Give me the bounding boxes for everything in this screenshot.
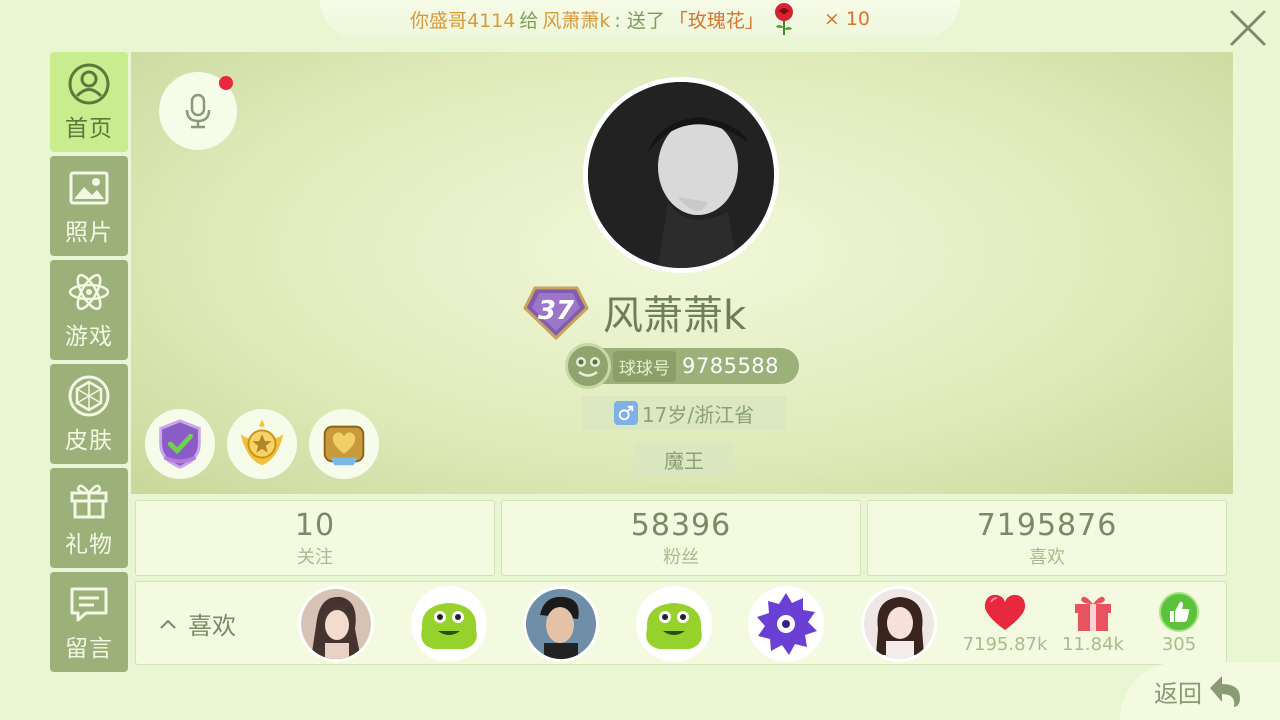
stat-label: 粉丝 xyxy=(663,546,699,568)
stat-value: 7195876 xyxy=(976,507,1118,543)
stat-value: 10 xyxy=(294,507,336,543)
metric-value: 305 xyxy=(1161,634,1197,655)
gift-icon xyxy=(1075,596,1111,631)
microphone-icon xyxy=(185,93,211,129)
name-row: 37 风萧萧k xyxy=(523,282,843,342)
stats-row: 10 关注 58396 粉丝 7195876 喜欢 xyxy=(135,500,1227,576)
banner-gift: 「玫瑰花」 xyxy=(668,9,764,32)
fan-photo xyxy=(526,589,596,659)
sidebar-item-gifts[interactable]: 礼物 xyxy=(50,468,128,568)
fan-avatar[interactable] xyxy=(411,586,487,662)
user-id-pill: 球球号 9785588 xyxy=(565,343,799,389)
star-medal-icon xyxy=(240,418,284,466)
user-name: 风萧萧k xyxy=(603,293,747,339)
gifts-metric: 11.84k xyxy=(1048,592,1138,655)
fan-avatar[interactable] xyxy=(523,586,599,662)
sidebar-item-label: 游戏 xyxy=(65,324,113,350)
profile-panel: 37 风萧萧k 球球号 9785588 17岁/浙江省 魔王 xyxy=(131,52,1233,494)
sidebar: 首页 照片 游戏 皮肤 礼物 留言 xyxy=(50,52,128,676)
banner-verb: 给 xyxy=(519,9,539,32)
notification-dot xyxy=(219,76,233,90)
shield-check-icon xyxy=(159,419,201,469)
back-button[interactable]: 返回 xyxy=(1120,662,1280,720)
likes-metric: 7195.87k xyxy=(960,592,1050,655)
gift-icon xyxy=(70,484,108,519)
metric-value: 11.84k xyxy=(1062,634,1124,655)
chevron-up-icon xyxy=(160,619,176,629)
level-value: 37 xyxy=(537,296,575,326)
medal-heart[interactable] xyxy=(309,409,379,479)
user-title-text: 魔王 xyxy=(664,448,704,473)
close-icon xyxy=(1230,10,1266,46)
fan-avatar[interactable] xyxy=(298,586,374,662)
level-badge: 37 xyxy=(523,284,589,341)
thumbs-metric: 305 xyxy=(1134,592,1224,655)
thumbs-up-icon xyxy=(1159,592,1199,632)
stat-label: 喜欢 xyxy=(1029,546,1065,568)
banner-sender: 你盛哥4114 xyxy=(410,9,516,32)
id-value: 9785588 xyxy=(682,354,780,378)
profile-avatar[interactable] xyxy=(583,77,779,273)
likes-toggle[interactable]: 喜欢 xyxy=(158,606,236,641)
heart-medal-icon xyxy=(323,425,365,466)
sidebar-item-skins[interactable]: 皮肤 xyxy=(50,364,128,464)
age-location-text: 17岁/浙江省 xyxy=(641,402,755,427)
fan-avatar[interactable] xyxy=(861,586,937,662)
user-title: 魔王 xyxy=(634,442,734,476)
sidebar-item-label: 照片 xyxy=(65,220,113,246)
fan-photo xyxy=(301,589,371,659)
back-label: 返回 xyxy=(1154,679,1202,708)
banner-count: × 10 xyxy=(823,8,870,30)
banner-receiver: 风萧萧k xyxy=(542,9,611,32)
stat-fans[interactable]: 58396 粉丝 xyxy=(501,500,861,576)
user-circle-icon xyxy=(68,63,110,105)
sidebar-item-photos[interactable]: 照片 xyxy=(50,156,128,256)
banner-message: : 送了 xyxy=(614,9,665,32)
sidebar-item-label: 首页 xyxy=(65,116,113,142)
sidebar-item-games[interactable]: 游戏 xyxy=(50,260,128,360)
likes-row: 喜欢 7195.87k 11.84k 305 xyxy=(135,581,1227,665)
stat-following[interactable]: 10 关注 xyxy=(135,500,495,576)
avatar-photo xyxy=(588,82,774,268)
image-icon xyxy=(69,171,109,205)
stat-likes[interactable]: 7195876 喜欢 xyxy=(867,500,1227,576)
id-label: 球球号 xyxy=(613,350,676,382)
back-arrow-icon xyxy=(1210,676,1240,707)
fan-photo xyxy=(414,589,484,659)
sidebar-item-home[interactable]: 首页 xyxy=(50,52,128,152)
stat-value: 58396 xyxy=(630,507,732,543)
likes-label: 喜欢 xyxy=(188,612,236,640)
message-icon xyxy=(70,587,108,622)
metric-value: 7195.87k xyxy=(962,634,1048,655)
sidebar-item-label: 礼物 xyxy=(65,532,113,558)
fan-avatar[interactable] xyxy=(748,586,824,662)
voice-button[interactable] xyxy=(159,72,237,150)
atom-icon xyxy=(68,273,110,311)
age-location: 17岁/浙江省 xyxy=(582,396,786,430)
close-button[interactable] xyxy=(1226,6,1270,50)
ball-face-icon xyxy=(565,343,611,389)
gift-notification-banner: 你盛哥4114 给 风萧萧k : 送了 「玫瑰花」 × 10 xyxy=(320,0,960,38)
male-icon xyxy=(613,401,638,425)
sidebar-item-label: 皮肤 xyxy=(65,428,113,454)
medal-row xyxy=(145,409,379,479)
fan-photo xyxy=(639,589,709,659)
fan-photo xyxy=(864,589,934,659)
stat-label: 关注 xyxy=(297,546,333,568)
diamond-ring-icon xyxy=(68,375,110,417)
fan-avatar[interactable] xyxy=(636,586,712,662)
sidebar-item-messages[interactable]: 留言 xyxy=(50,572,128,672)
fan-photo xyxy=(751,589,821,659)
rose-icon xyxy=(768,1,800,37)
medal-verified[interactable] xyxy=(145,409,215,479)
medal-star[interactable] xyxy=(227,409,297,479)
sidebar-item-label: 留言 xyxy=(65,636,113,662)
heart-icon xyxy=(984,594,1026,630)
